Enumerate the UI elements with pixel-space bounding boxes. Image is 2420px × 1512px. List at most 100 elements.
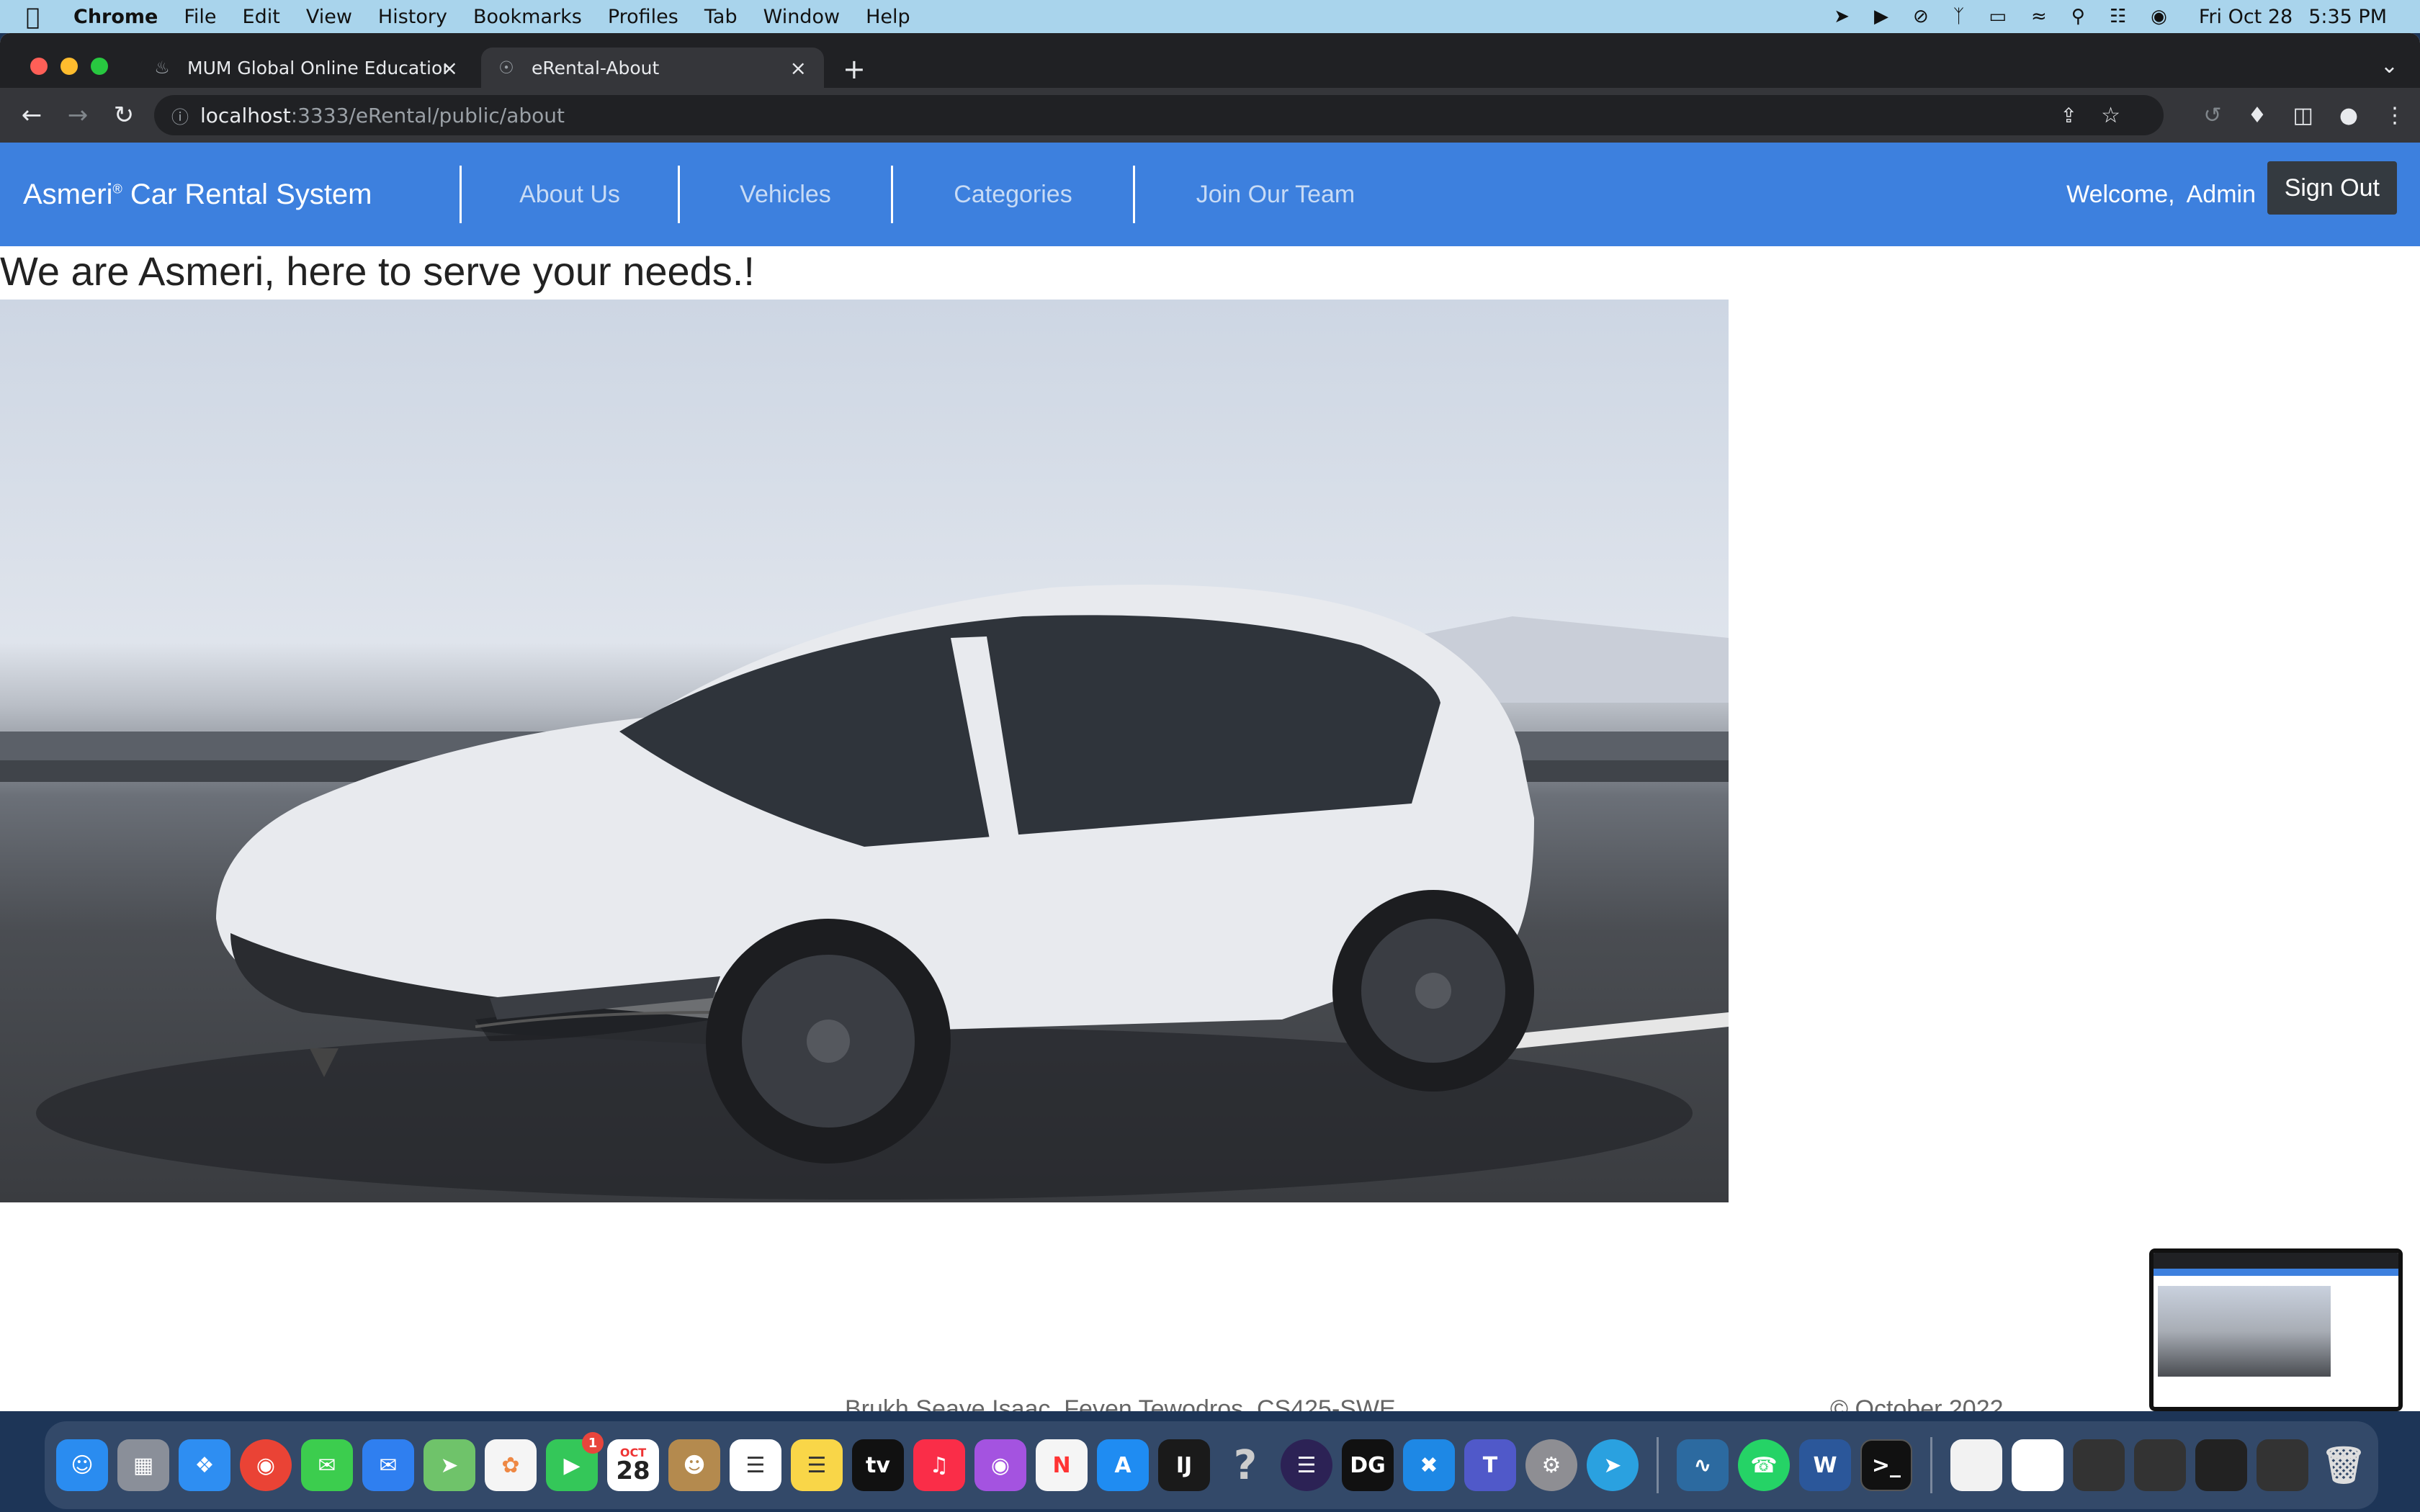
chevron-down-icon[interactable]: ⌄ (2380, 53, 2398, 78)
mute-status-icon[interactable]: ⊘ (1913, 6, 1929, 27)
web-page: Asmeri® Car Rental System About Us Vehic… (0, 143, 2420, 1411)
puzzle-extensions-icon[interactable]: ♦ (2248, 103, 2267, 128)
menu-profiles[interactable]: Profiles (608, 6, 678, 28)
play-status-icon[interactable]: ▶ (1874, 6, 1888, 27)
share-icon[interactable]: ⇪ (2061, 104, 2077, 127)
tab-mum[interactable]: ♨ MUM Global Online Education × (137, 48, 475, 88)
whatsapp-icon[interactable]: ☎ (1738, 1439, 1790, 1491)
document-file-icon[interactable] (1950, 1439, 2002, 1491)
telegram-icon[interactable]: ➤ (1587, 1439, 1639, 1491)
datagrip-icon[interactable]: DG (1342, 1439, 1394, 1491)
control-center-icon[interactable]: ☷ (2110, 6, 2126, 27)
apple-tv-icon[interactable]: tv (852, 1439, 904, 1491)
wifi-icon[interactable]: ≈ (2031, 6, 2047, 27)
siri-icon[interactable]: ◉ (2151, 6, 2167, 27)
calendar-icon[interactable]: OCT 28 (607, 1439, 659, 1491)
teams-icon[interactable]: T (1464, 1439, 1516, 1491)
kebab-menu-icon[interactable]: ⋮ (2384, 103, 2406, 128)
reminders-icon[interactable]: ☰ (730, 1439, 781, 1491)
address-bar[interactable]: ⓘ localhost :3333/eRental/public/about ⇪… (154, 95, 2164, 135)
welcome-label: Welcome, (2066, 180, 2175, 208)
extension-sync-icon[interactable]: ↺ (2203, 103, 2221, 128)
minimize-window-button[interactable] (60, 58, 78, 75)
menu-app-name[interactable]: Chrome (73, 6, 158, 28)
minimized-window-thumb[interactable] (2073, 1439, 2125, 1491)
forward-icon[interactable]: → (55, 101, 101, 130)
minimized-window-thumb[interactable] (2195, 1439, 2247, 1491)
trash-icon[interactable]: 🗑 (2318, 1439, 2370, 1491)
brand-suffix: Car Rental System (122, 178, 372, 210)
nav-categories[interactable]: Categories (893, 181, 1133, 209)
launchpad-icon[interactable]: ▦ (117, 1439, 169, 1491)
dock-divider (1930, 1437, 1932, 1493)
thumb-navbar (2154, 1269, 2398, 1276)
eclipse-icon[interactable]: ☰ (1281, 1439, 1332, 1491)
menu-bookmarks[interactable]: Bookmarks (473, 6, 582, 28)
menu-window[interactable]: Window (763, 6, 840, 28)
chrome-icon[interactable]: ◉ (240, 1439, 292, 1491)
toolbar-actions: ↺ ♦ ◫ ● ⋮ (2203, 88, 2406, 143)
nav-join-our-team[interactable]: Join Our Team (1135, 181, 1416, 209)
news-icon[interactable]: N (1036, 1439, 1088, 1491)
system-preferences-icon[interactable]: ⚙ (1525, 1439, 1577, 1491)
mysql-workbench-icon[interactable]: ∿ (1677, 1439, 1729, 1491)
bluetooth-icon[interactable]: ᛉ (1953, 6, 1965, 27)
back-icon[interactable]: ← (9, 101, 55, 130)
window-controls (30, 58, 108, 75)
menu-clock[interactable]: Fri Oct 28 5:35 PM (2199, 6, 2387, 28)
screenshot-thumbnail[interactable] (2149, 1248, 2403, 1411)
side-panel-icon[interactable]: ◫ (2293, 103, 2313, 128)
music-icon[interactable]: ♫ (913, 1439, 965, 1491)
sign-out-button[interactable]: Sign Out (2267, 161, 2397, 215)
terminal-icon[interactable]: >_ (1860, 1439, 1912, 1491)
menu-file[interactable]: File (184, 6, 216, 28)
apple-icon[interactable]:  (26, 3, 58, 30)
menu-tab[interactable]: Tab (704, 6, 738, 28)
profile-avatar-icon[interactable]: ● (2339, 103, 2358, 128)
word-icon[interactable]: W (1799, 1439, 1851, 1491)
facetime-icon[interactable]: ▶ 1 (546, 1432, 604, 1491)
menu-edit[interactable]: Edit (243, 6, 280, 28)
podcasts-icon[interactable]: ◉ (974, 1439, 1026, 1491)
maps-icon[interactable]: ➤ (424, 1439, 475, 1491)
nav-vehicles[interactable]: Vehicles (680, 181, 891, 209)
close-tab-icon[interactable]: × (790, 56, 807, 80)
notes-icon[interactable]: ☰ (791, 1439, 843, 1491)
browser-toolbar: ← → ↻ ⓘ localhost :3333/eRental/public/a… (0, 88, 2420, 143)
finder-icon[interactable]: ☺ (56, 1439, 108, 1491)
new-tab-icon[interactable]: + (843, 53, 866, 85)
messages-icon[interactable]: ✉ (301, 1439, 353, 1491)
username: Admin (2186, 180, 2256, 208)
close-tab-icon[interactable]: × (442, 56, 458, 80)
photos-icon[interactable]: ✿ (485, 1439, 537, 1491)
telegram-status-icon[interactable]: ➤ (1834, 6, 1850, 27)
tv-label: tv (866, 1452, 890, 1478)
contacts-icon[interactable]: ☻ (668, 1439, 720, 1491)
bookmark-star-icon[interactable]: ☆ (2101, 103, 2120, 128)
reload-icon[interactable]: ↻ (101, 101, 147, 130)
graduation-favicon-icon: ♨ (154, 58, 170, 78)
battery-icon[interactable]: ▭ (1989, 6, 2007, 27)
minimized-window-thumb[interactable] (2012, 1439, 2063, 1491)
site-navbar: Asmeri® Car Rental System About Us Vehic… (0, 143, 2420, 246)
minimized-window-thumb[interactable] (2257, 1439, 2308, 1491)
menu-help[interactable]: Help (866, 6, 910, 28)
thumb-browser-bar (2154, 1253, 2398, 1269)
menu-history[interactable]: History (378, 6, 447, 28)
tab-erental-about[interactable]: ☉ eRental-About × (481, 48, 824, 88)
nav-about-us[interactable]: About Us (462, 181, 678, 209)
site-info-icon[interactable]: ⓘ (171, 103, 200, 128)
intellij-icon[interactable]: IJ (1158, 1439, 1210, 1491)
site-brand[interactable]: Asmeri® Car Rental System (23, 179, 460, 211)
vscode-icon[interactable]: ✖ (1403, 1439, 1455, 1491)
minimized-window-thumb[interactable] (2134, 1439, 2186, 1491)
zoom-window-button[interactable] (91, 58, 108, 75)
word-label: W (1813, 1452, 1837, 1478)
menu-view[interactable]: View (306, 6, 352, 28)
question-mark-icon[interactable]: ? (1219, 1439, 1271, 1491)
close-window-button[interactable] (30, 58, 48, 75)
safari-icon[interactable]: ❖ (179, 1439, 230, 1491)
mail-icon[interactable]: ✉ (362, 1439, 414, 1491)
spotlight-search-icon[interactable]: ⚲ (2071, 6, 2085, 27)
app-store-icon[interactable]: A (1097, 1439, 1149, 1491)
